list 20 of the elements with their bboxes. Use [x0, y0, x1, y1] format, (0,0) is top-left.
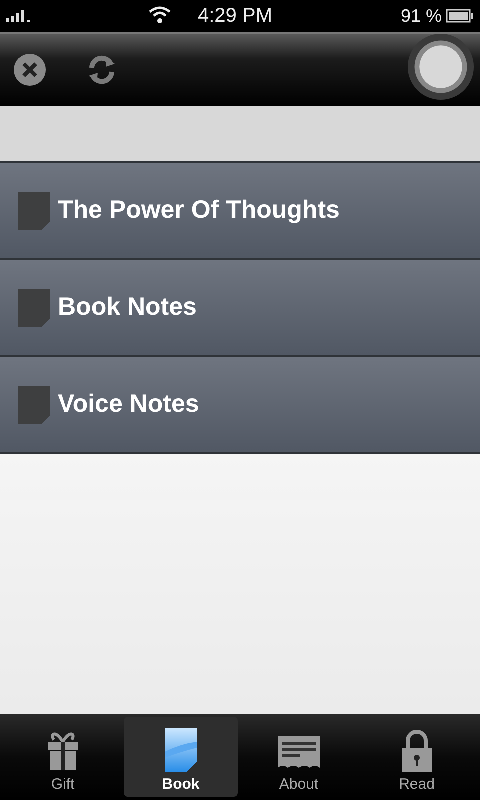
lock-icon: [401, 730, 433, 772]
menu-item[interactable]: Voice Notes: [0, 357, 480, 454]
page-icon: [165, 728, 197, 772]
battery-icon: [446, 9, 474, 23]
square-icon: [18, 192, 50, 230]
menu-item[interactable]: The Power Of Thoughts: [0, 163, 480, 260]
tab[interactable]: Read: [360, 717, 474, 797]
status-time: 4:29 PM: [198, 5, 272, 28]
menu-item[interactable]: Book Notes: [0, 260, 480, 357]
square-icon: [18, 386, 50, 424]
tab[interactable]: Gift: [6, 717, 120, 797]
gift-icon: [46, 730, 80, 772]
tab[interactable]: Book: [124, 717, 238, 797]
close-icon[interactable]: [13, 53, 47, 87]
battery-percent: 91 %: [400, 6, 442, 26]
signal-icon: [6, 10, 32, 22]
floating-home-button[interactable]: [407, 33, 475, 101]
tab[interactable]: About: [242, 717, 356, 797]
wifi-icon: [148, 6, 172, 24]
square-icon: [18, 288, 50, 326]
